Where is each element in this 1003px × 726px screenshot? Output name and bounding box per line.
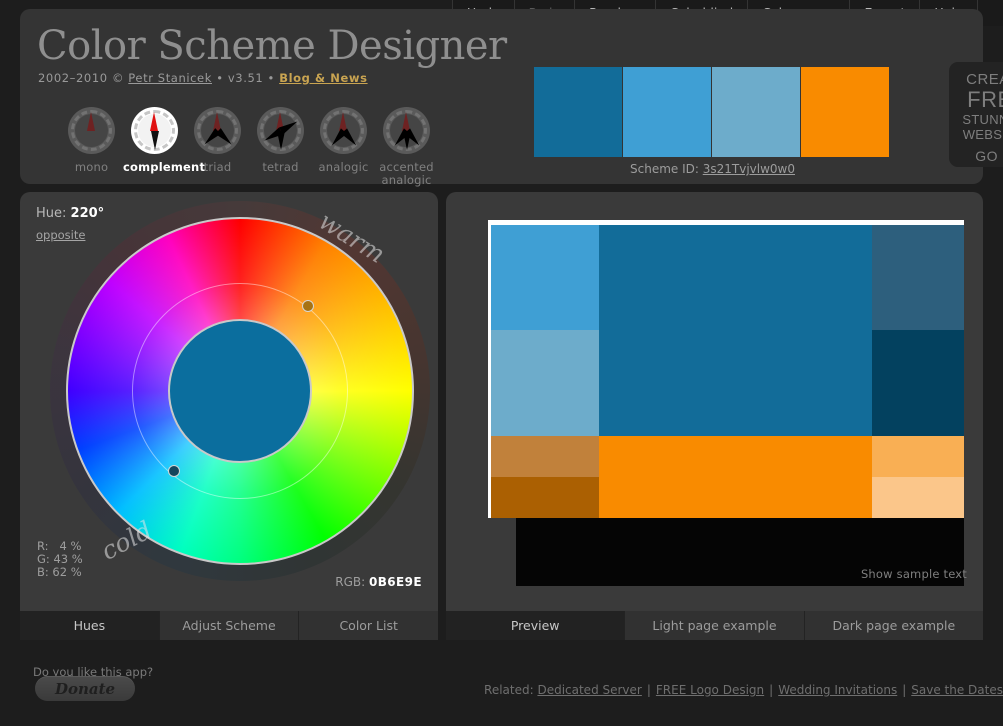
preview-cell-11 [599,477,872,518]
related-link-save-the-dates[interactable]: Save the Dates [911,683,1003,697]
color-swatch-1[interactable] [534,67,622,157]
scheme-type-analogic[interactable]: analogic [312,107,375,186]
page-title: Color Scheme Designer [37,23,507,69]
right-panel-tabs: Preview Light page example Dark page examp… [446,611,983,640]
show-sample-text-link[interactable]: Show sample text [861,567,967,581]
header-panel: Color Scheme Designer 2002–2010 © Petr S… [20,9,1003,186]
related-separator: | [646,683,651,697]
scheme-type-dial-icon [383,107,430,154]
app-root: UndoRedoRandomColorblindColor spaceExpor… [0,0,1003,726]
scheme-type-selector: mono complement triad tetrad analogic accente… [60,107,438,186]
tab-light-page-example[interactable]: Light page example [625,611,805,640]
related-link-dedicated-server[interactable]: Dedicated Server [537,683,641,697]
color-swatch-2[interactable] [623,67,711,157]
scheme-type-label: analogic [318,160,369,174]
scheme-type-dial-icon [320,107,367,154]
scheme-type-label: tetrad [262,160,299,174]
related-separator: | [902,683,907,697]
tab-preview[interactable]: Preview [446,611,626,640]
preview-cell-4 [491,330,599,436]
scheme-type-label: triad [203,160,232,174]
related-links: Related: Dedicated Server | FREE Logo Desi… [484,683,1003,697]
scheme-type-complement[interactable]: complement [123,107,206,186]
rgb-hex-label: RGB: [335,575,369,589]
advertisement-banner[interactable]: CREATE FREE STUNNING WEBSITES GO >> [949,62,1003,167]
byline-version: • v3.51 • [212,71,280,85]
scheme-type-label: accented analogic [379,160,434,187]
scheme-type-dial-icon [257,107,304,154]
scheme-type-tetrad[interactable]: tetrad [249,107,312,186]
scheme-swatches [534,67,889,157]
hue-wheel-panel: Hue: 220° opposite warm cold R: 4 % G: 4… [20,192,438,611]
byline: 2002–2010 © Petr Stanicek • v3.51 • Blog… [38,71,368,85]
rgb-hex-readout: RGB: 0B6E9E [335,575,422,589]
scheme-type-accented-analogic[interactable]: accented analogic [375,107,438,186]
author-link[interactable]: Petr Stanicek [128,71,212,85]
scheme-id-value[interactable]: 3s21Tvjvlw0w0 [703,162,795,176]
donate-button[interactable]: Donate [35,676,135,701]
tab-adjust-scheme[interactable]: Adjust Scheme [159,611,300,640]
preview-cell-9 [872,436,964,477]
preview-cell-6 [872,330,964,436]
related-link-free-logo-design[interactable]: FREE Logo Design [656,683,764,697]
tab-hues[interactable]: Hues [20,611,160,640]
scheme-type-dial-icon [194,107,241,154]
related-link-wedding-invitations[interactable]: Wedding Invitations [778,683,897,697]
preview-cell-3 [872,225,964,330]
preview-cell-1 [491,225,599,330]
preview-color-grid [491,225,964,518]
preview-cell-2 [599,225,872,330]
preview-cell-12 [872,477,964,518]
preview-mockup [474,208,964,586]
color-wheel[interactable]: warm cold [50,201,430,581]
color-swatch-3[interactable] [712,67,800,157]
preview-cell-7 [491,436,599,477]
tab-color-list[interactable]: Color List [299,611,439,640]
preview-panel: Show sample text [446,192,983,611]
ad-line-3: STUNNING [962,112,1003,127]
primary-marker[interactable] [168,465,180,477]
ad-line-2: FREE [967,87,1003,112]
scheme-type-label: mono [74,160,109,174]
ad-cta[interactable]: GO >> [949,148,1003,164]
preview-cell-5 [599,330,872,436]
ad-line-1: CREATE [966,71,1003,88]
scheme-type-triad[interactable]: triad [186,107,249,186]
rgb-percent-readout: R: 4 % G: 43 % B: 62 % [37,539,83,579]
related-label: Related: [484,683,538,697]
tab-dark-page-example[interactable]: Dark page example [804,611,983,640]
color-swatch-4[interactable] [801,67,889,157]
complement-marker[interactable] [302,300,314,312]
scheme-id-label: Scheme ID: [630,162,703,176]
related-separator: | [769,683,774,697]
ad-line-4: WEBSITES [962,127,1003,142]
rgb-hex-value: 0B6E9E [369,575,422,589]
scheme-type-dial-icon [131,107,178,154]
scheme-type-dial-icon [68,107,115,154]
scheme-type-mono[interactable]: mono [60,107,123,186]
scheme-id: Scheme ID: 3s21Tvjvlw0w0 [534,162,891,176]
preview-cell-8 [599,436,872,477]
scheme-type-label: complement [123,160,206,174]
byline-copyright: 2002–2010 © [38,71,129,85]
preview-cell-10 [491,477,599,518]
wheel-center-color [168,319,312,463]
left-panel-tabs: Hues Adjust Scheme Color List [20,611,439,640]
blog-news-link[interactable]: Blog & News [279,71,367,85]
